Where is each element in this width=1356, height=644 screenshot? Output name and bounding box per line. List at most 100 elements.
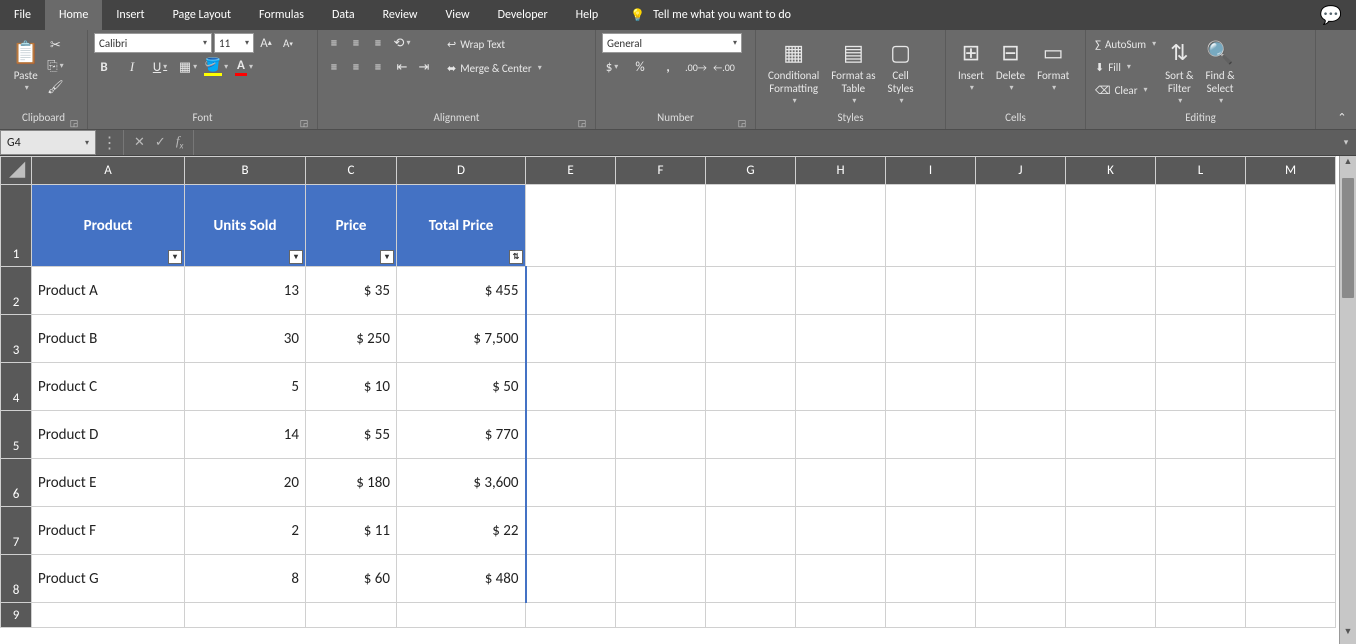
cell[interactable]	[616, 185, 706, 267]
cell[interactable]	[976, 459, 1066, 507]
cell[interactable]	[1156, 555, 1246, 603]
cell[interactable]	[706, 363, 796, 411]
cell[interactable]	[616, 411, 706, 459]
font-size-select[interactable]: 11▾	[214, 33, 254, 53]
vertical-scrollbar[interactable]: ▲ ▼	[1339, 156, 1356, 644]
row-header-3[interactable]: 3	[1, 315, 32, 363]
cell-product[interactable]: Product D	[32, 411, 185, 459]
expand-formula-bar[interactable]: ▾	[1336, 130, 1356, 155]
column-header-L[interactable]: L	[1156, 157, 1246, 185]
clear-button[interactable]: ⌫Clear▾	[1092, 79, 1159, 101]
cell-units[interactable]: 13	[185, 267, 306, 315]
column-header-E[interactable]: E	[526, 157, 616, 185]
align-right-button[interactable]: ≡	[368, 57, 388, 77]
font-launcher[interactable]: ◲	[297, 118, 311, 129]
column-header-A[interactable]: A	[32, 157, 185, 185]
cell[interactable]	[526, 603, 616, 628]
cell[interactable]	[1156, 411, 1246, 459]
cell-units[interactable]: 14	[185, 411, 306, 459]
conditional-formatting-button[interactable]: ▦Conditional Formatting▾	[762, 33, 825, 110]
cell-units[interactable]: 8	[185, 555, 306, 603]
cell-total[interactable]: $ 480	[397, 555, 526, 603]
copy-button[interactable]: ⎘▾	[45, 56, 65, 76]
column-header-F[interactable]: F	[616, 157, 706, 185]
format-as-table-button[interactable]: ▤Format as Table▾	[825, 33, 881, 110]
cell-units[interactable]: 20	[185, 459, 306, 507]
cell[interactable]	[706, 507, 796, 555]
cell[interactable]	[1066, 507, 1156, 555]
format-painter-button[interactable]: 🖌	[45, 77, 65, 97]
menu-tab-formulas[interactable]: Formulas	[245, 0, 318, 30]
filter-icon[interactable]: ⇅	[509, 250, 523, 264]
filter-icon[interactable]: ▾	[289, 250, 303, 264]
cell[interactable]	[1066, 411, 1156, 459]
cell[interactable]	[976, 603, 1066, 628]
cell[interactable]	[1246, 411, 1336, 459]
cell[interactable]	[796, 459, 886, 507]
cell[interactable]	[526, 267, 616, 315]
column-header-M[interactable]: M	[1246, 157, 1336, 185]
cell[interactable]	[1156, 315, 1246, 363]
row-header-6[interactable]: 6	[1, 459, 32, 507]
cell[interactable]	[526, 363, 616, 411]
cell[interactable]	[976, 411, 1066, 459]
cell-product[interactable]: Product A	[32, 267, 185, 315]
cell[interactable]	[706, 185, 796, 267]
row-header-5[interactable]: 5	[1, 411, 32, 459]
align-bottom-button[interactable]: ≡	[368, 33, 388, 53]
cell[interactable]	[796, 315, 886, 363]
cell[interactable]	[706, 267, 796, 315]
cell-product[interactable]: Product E	[32, 459, 185, 507]
cell-product[interactable]: Product G	[32, 555, 185, 603]
column-header-K[interactable]: K	[1066, 157, 1156, 185]
name-box[interactable]: G4▾	[0, 130, 96, 155]
cell[interactable]	[1246, 507, 1336, 555]
orientation-button[interactable]: ⟲▾	[392, 33, 412, 53]
decrease-decimal-button[interactable]: ←.00	[714, 57, 734, 77]
cell-total[interactable]: $ 3,600	[397, 459, 526, 507]
cell[interactable]	[616, 507, 706, 555]
cell[interactable]	[306, 603, 397, 628]
cell[interactable]	[706, 603, 796, 628]
column-header-D[interactable]: D	[397, 157, 526, 185]
table-header-units-sold[interactable]: Units Sold▾	[185, 185, 306, 267]
cell[interactable]	[886, 411, 976, 459]
cell-price[interactable]: $ 250	[306, 315, 397, 363]
clipboard-launcher[interactable]: ◲	[67, 118, 81, 129]
menu-tab-data[interactable]: Data	[318, 0, 369, 30]
percent-button[interactable]: %	[630, 57, 650, 77]
cell[interactable]	[886, 267, 976, 315]
scrollbar-thumb[interactable]	[1342, 178, 1354, 298]
find-select-button[interactable]: 🔍Find & Select▾	[1200, 33, 1241, 110]
font-name-select[interactable]: Calibri▾	[94, 33, 212, 53]
cell[interactable]	[185, 603, 306, 628]
table-header-price[interactable]: Price▾	[306, 185, 397, 267]
alignment-launcher[interactable]: ◲	[575, 118, 589, 129]
cell[interactable]	[976, 555, 1066, 603]
cell[interactable]	[1156, 603, 1246, 628]
column-header-H[interactable]: H	[796, 157, 886, 185]
cell[interactable]	[1066, 315, 1156, 363]
cell-total[interactable]: $ 770	[397, 411, 526, 459]
insert-button[interactable]: ⊞Insert▾	[952, 33, 990, 97]
cell[interactable]	[616, 459, 706, 507]
row-header-8[interactable]: 8	[1, 555, 32, 603]
cell[interactable]	[1156, 267, 1246, 315]
cell[interactable]	[886, 315, 976, 363]
cell[interactable]	[526, 315, 616, 363]
cell-price[interactable]: $ 11	[306, 507, 397, 555]
enter-icon[interactable]: ✓	[155, 135, 166, 150]
fx-icon[interactable]: fx	[176, 133, 184, 152]
cell[interactable]	[796, 507, 886, 555]
cell[interactable]	[976, 315, 1066, 363]
cell[interactable]	[616, 315, 706, 363]
cell[interactable]	[1156, 459, 1246, 507]
cell-price[interactable]: $ 180	[306, 459, 397, 507]
delete-button[interactable]: ⊟Delete▾	[990, 33, 1031, 97]
borders-button[interactable]: ▦▾	[178, 57, 198, 77]
cell[interactable]	[976, 507, 1066, 555]
cell[interactable]	[706, 411, 796, 459]
table-header-total-price[interactable]: Total Price⇅	[397, 185, 526, 267]
cell[interactable]	[706, 459, 796, 507]
cell[interactable]	[1066, 267, 1156, 315]
